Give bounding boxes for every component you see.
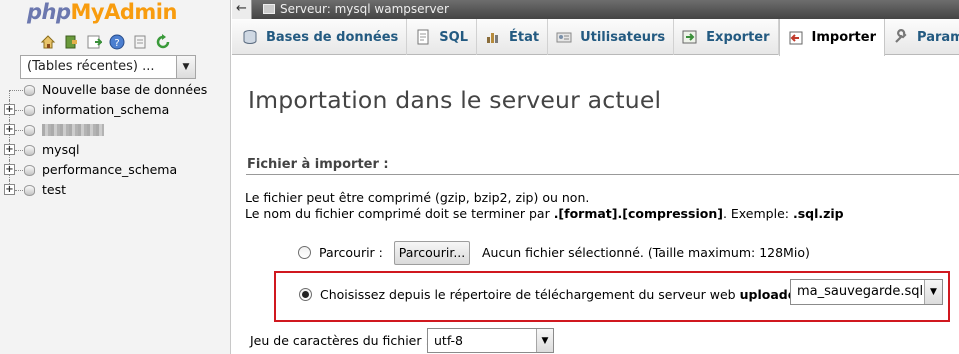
database-icon xyxy=(24,145,35,156)
breadcrumb-server[interactable]: Serveur: mysql wampserver xyxy=(280,0,449,19)
reload-icon[interactable] xyxy=(155,34,171,50)
server-icon xyxy=(263,4,275,14)
new-database-icon xyxy=(24,85,35,96)
back-arrow-icon[interactable]: ← xyxy=(232,0,252,19)
tab-settings[interactable]: Paramèt xyxy=(885,19,959,55)
upload-dir-label: Choisissez depuis le répertoire de téléc… xyxy=(320,287,820,302)
no-file-status: Aucun fichier sélectionné. (Taille maxim… xyxy=(482,245,810,260)
browse-option: Parcourir : Parcourir... Aucun fichier s… xyxy=(298,241,898,265)
expand-icon[interactable]: + xyxy=(4,124,15,135)
tab-import[interactable]: Importer xyxy=(778,19,886,56)
browse-radio[interactable] xyxy=(298,246,311,259)
charset-label: Jeu de caractères du fichier : xyxy=(250,333,430,348)
database-icon xyxy=(24,165,35,176)
upload-dir-radio[interactable] xyxy=(299,288,312,301)
phpmyadmin-logo[interactable]: phpMyAdmin xyxy=(27,0,177,24)
compression-note: Le fichier peut être comprimé (gzip, bzi… xyxy=(245,190,590,205)
query-window-icon[interactable] xyxy=(86,34,104,50)
docs-icon[interactable] xyxy=(132,34,148,50)
recent-tables-select[interactable]: (Tables récentes) ... ▼ xyxy=(20,55,196,79)
tab-status[interactable]: État xyxy=(477,19,549,55)
users-icon xyxy=(556,29,572,45)
navigation-panel: phpMyAdmin ? (Tables récentes) ... ▼ Nou… xyxy=(0,0,231,354)
svg-text:?: ? xyxy=(114,38,119,49)
tree-item-label: mysql xyxy=(42,142,80,157)
tree-item-label: information_schema xyxy=(42,102,170,117)
tree-item-label: performance_schema xyxy=(42,162,178,177)
upload-dir-option: Choisissez depuis le répertoire de téléc… xyxy=(274,271,950,322)
expand-icon[interactable]: + xyxy=(4,104,15,115)
logout-icon[interactable] xyxy=(63,34,79,50)
tree-item-performance-schema[interactable]: + performance_schema xyxy=(0,160,230,180)
sql-icon xyxy=(415,29,431,45)
import-icon xyxy=(788,30,804,46)
charset-select[interactable]: utf-8 ▼ xyxy=(427,328,554,353)
wrench-icon xyxy=(893,29,909,45)
tree-item-information-schema[interactable]: + information_schema xyxy=(0,100,230,120)
filename-note: Le nom du fichier comprimé doit se termi… xyxy=(245,206,844,221)
section-divider xyxy=(246,174,959,175)
browse-button[interactable]: Parcourir... xyxy=(394,241,470,265)
tree-item-label: test xyxy=(42,182,67,197)
blurred-database-name xyxy=(42,124,104,136)
tree-item-test[interactable]: + test xyxy=(0,180,230,200)
database-icon xyxy=(242,29,258,45)
tree-item-new-database[interactable]: Nouvelle base de données xyxy=(0,80,230,100)
help-icon[interactable]: ? xyxy=(109,34,125,50)
breadcrumb-bar: ← Serveur: mysql wampserver xyxy=(232,0,959,19)
status-icon xyxy=(485,29,501,45)
database-icon xyxy=(24,185,35,196)
section-title: Fichier à importer : xyxy=(247,157,389,172)
home-icon[interactable] xyxy=(40,34,56,50)
chevron-down-icon: ▼ xyxy=(536,329,553,352)
expand-icon[interactable]: + xyxy=(4,164,15,175)
export-icon xyxy=(682,29,698,45)
expand-icon[interactable]: + xyxy=(4,144,15,155)
browse-label: Parcourir : xyxy=(319,245,383,260)
tree-item-hidden-database[interactable]: + xyxy=(0,120,230,140)
tab-databases[interactable]: Bases de données xyxy=(232,19,408,55)
page-title: Importation dans le serveur actuel xyxy=(248,86,662,114)
import-page: Importation dans le serveur actuel Fichi… xyxy=(232,56,959,354)
database-icon xyxy=(24,125,35,136)
database-tree: Nouvelle base de données + information_s… xyxy=(0,80,230,200)
expand-icon[interactable]: + xyxy=(4,184,15,195)
upload-file-select[interactable]: ma_sauvegarde.sql ▼ xyxy=(790,279,943,305)
tree-item-label: Nouvelle base de données xyxy=(42,82,208,97)
quick-icons-bar: ? xyxy=(40,34,171,50)
chevron-down-icon: ▼ xyxy=(176,56,195,78)
main-tabs: Bases de données SQL État Utilisateurs E… xyxy=(232,19,959,56)
tree-item-mysql[interactable]: + mysql xyxy=(0,140,230,160)
tab-sql[interactable]: SQL xyxy=(407,19,477,55)
tab-users[interactable]: Utilisateurs xyxy=(548,19,675,55)
chevron-down-icon: ▼ xyxy=(924,280,942,304)
database-icon xyxy=(24,105,35,116)
tab-export[interactable]: Exporter xyxy=(674,19,779,55)
